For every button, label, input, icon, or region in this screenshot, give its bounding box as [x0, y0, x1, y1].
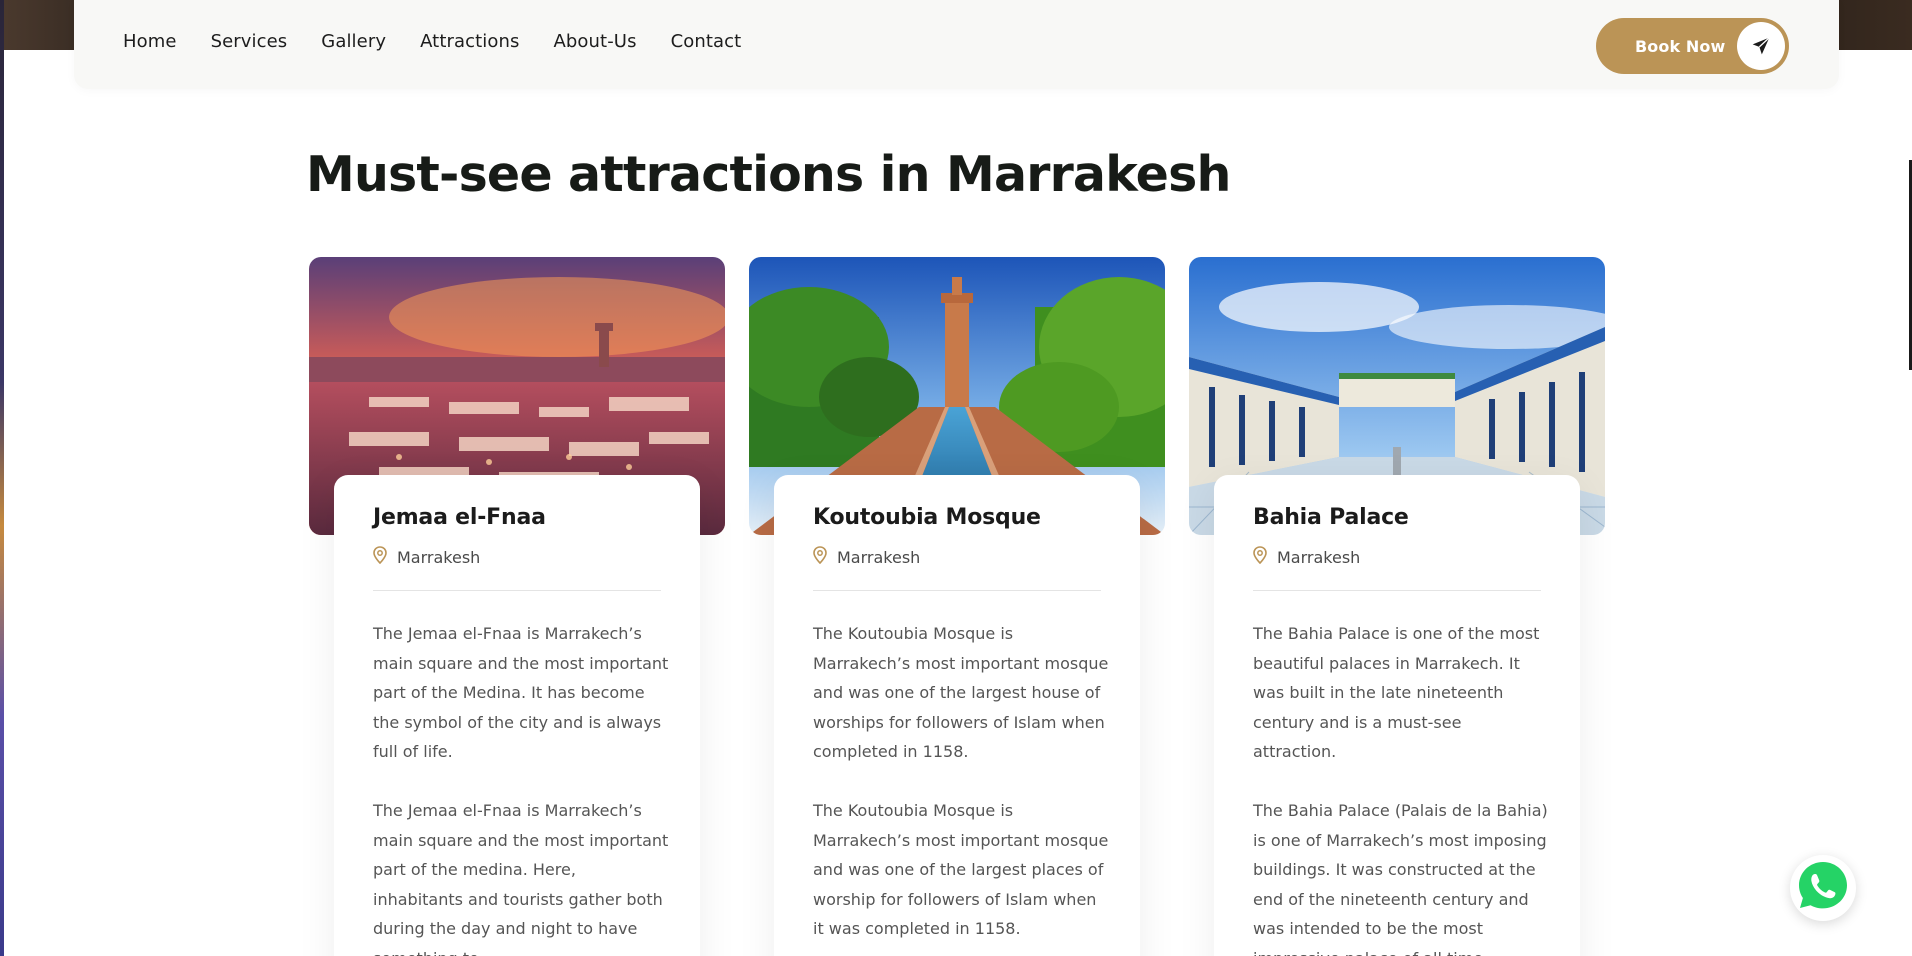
- attraction-location: Marrakesh: [813, 546, 1101, 568]
- hero-edge: [0, 0, 4, 956]
- nav-link-about-us[interactable]: About-Us: [553, 31, 636, 52]
- attraction-paragraph: The Jemaa el-Fnaa is Marrakech’s main sq…: [373, 624, 669, 761]
- attraction-location: Marrakesh: [1253, 546, 1541, 568]
- card-divider: [1253, 590, 1541, 591]
- book-now-label: Book Now: [1635, 36, 1726, 56]
- whatsapp-button[interactable]: [1790, 855, 1856, 921]
- attraction-location: Marrakesh: [373, 546, 661, 568]
- attraction-title: Koutoubia Mosque: [813, 505, 1041, 530]
- attraction-card-body: Koutoubia Mosque Marrakesh The Koutoubia…: [774, 475, 1140, 956]
- card-divider: [373, 590, 661, 591]
- paper-plane-icon: [1737, 22, 1785, 70]
- attraction-paragraph: The Bahia Palace (Palais de la Bahia) is…: [1253, 801, 1548, 956]
- location-pin-icon: [1253, 546, 1267, 568]
- attraction-paragraph: The Koutoubia Mosque is Marrakech’s most…: [813, 624, 1109, 761]
- whatsapp-icon: [1793, 856, 1853, 920]
- card-divider: [813, 590, 1101, 591]
- attraction-card: Koutoubia Mosque Marrakesh The Koutoubia…: [749, 257, 1165, 956]
- attraction-location-text: Marrakesh: [397, 547, 481, 567]
- attraction-description: The Jemaa el-Fnaa is Marrakech’s main sq…: [373, 619, 669, 956]
- attraction-title: Bahia Palace: [1253, 505, 1409, 530]
- nav-link-services[interactable]: Services: [211, 31, 288, 52]
- attraction-card-body: Jemaa el-Fnaa Marrakesh The Jemaa el-Fna…: [334, 475, 700, 956]
- location-pin-icon: [813, 546, 827, 568]
- attraction-card-body: Bahia Palace Marrakesh The Bahia Palace …: [1214, 475, 1580, 956]
- nav-link-contact[interactable]: Contact: [671, 31, 742, 52]
- attraction-location-text: Marrakesh: [1277, 547, 1361, 567]
- attraction-location-text: Marrakesh: [837, 547, 921, 567]
- attraction-card: Bahia Palace Marrakesh The Bahia Palace …: [1189, 257, 1605, 956]
- nav-links: Home Services Gallery Attractions About-…: [123, 31, 741, 52]
- book-now-button[interactable]: Book Now: [1596, 18, 1789, 74]
- attraction-description: The Bahia Palace is one of the most beau…: [1253, 619, 1549, 956]
- page-title: Must-see attractions in Marrakesh: [306, 146, 1231, 203]
- attraction-paragraph: The Jemaa el-Fnaa is Marrakech’s main sq…: [373, 801, 669, 956]
- location-pin-icon: [373, 546, 387, 568]
- attraction-paragraph: The Koutoubia Mosque is Marrakech’s most…: [813, 801, 1109, 938]
- nav-link-attractions[interactable]: Attractions: [420, 31, 519, 52]
- attraction-description: The Koutoubia Mosque is Marrakech’s most…: [813, 619, 1109, 944]
- attraction-title: Jemaa el-Fnaa: [373, 505, 546, 530]
- nav-link-home[interactable]: Home: [123, 31, 177, 52]
- attraction-paragraph: The Bahia Palace is one of the most beau…: [1253, 624, 1540, 761]
- attraction-card: Jemaa el-Fnaa Marrakesh The Jemaa el-Fna…: [309, 257, 725, 956]
- main-navbar: Home Services Gallery Attractions About-…: [74, 0, 1839, 89]
- nav-link-gallery[interactable]: Gallery: [321, 31, 386, 52]
